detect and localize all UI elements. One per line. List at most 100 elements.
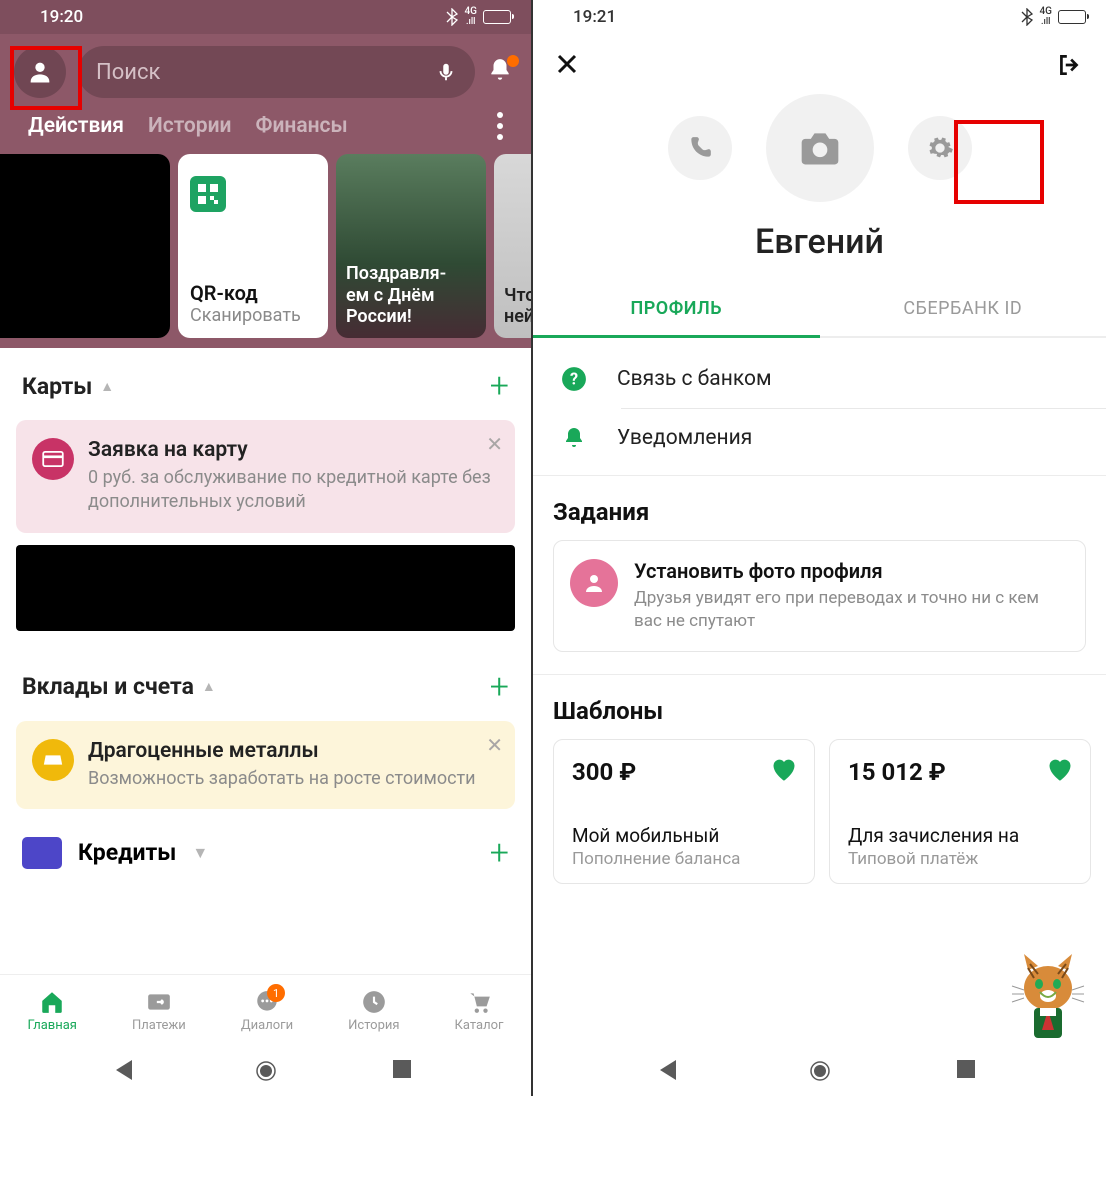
template-sub: Типовой платёж [848,849,1072,869]
home-sys-icon[interactable] [809,1060,831,1082]
section-credits-title: Кредиты [78,839,176,866]
card-promo-title: Заявка на карту [88,438,499,462]
bluetooth-icon [445,8,459,26]
right-screenshot: 19:21 4G.ıll Евгений ПРОФИЛЬ СБЕ [531,0,1106,1096]
logout-button[interactable] [1056,52,1084,80]
back-icon[interactable] [116,1060,138,1082]
system-nav [533,1046,1106,1096]
chevron-up-icon: ▲ [100,378,114,395]
profile-photo-button[interactable] [766,94,874,202]
profile-avatar-button[interactable] [14,46,66,98]
qr-icon [190,176,226,212]
story-card-1[interactable] [0,154,170,338]
heart-icon[interactable] [1046,756,1074,782]
search-input[interactable] [96,60,435,85]
template-label: Для зачисления на [848,824,1072,847]
profile-name: Евгений [533,222,1106,282]
status-time: 19:21 [573,7,616,27]
recents-icon[interactable] [393,1060,415,1082]
add-credit-button[interactable]: + [490,833,509,873]
menu-contact-label: Связь с банком [617,367,772,391]
story-holiday-text: Поздравля- ем с Днём России! [346,263,476,328]
profile-action-row [533,90,1106,222]
network-4g-icon: 4G.ıll [1040,7,1053,27]
tab-profile[interactable]: ПРОФИЛЬ [533,282,820,338]
notifications-button[interactable] [487,57,517,87]
mic-icon[interactable] [435,61,457,83]
nav-history-label: История [348,1018,399,1033]
nav-catalog[interactable]: Каталог [455,988,504,1033]
template-sub: Пополнение баланса [572,849,796,869]
add-card-button[interactable]: + [490,366,509,406]
templates-section-title: Шаблоны [533,675,1106,739]
status-bar: 19:21 4G.ıll [533,0,1106,34]
search-field[interactable] [78,46,475,98]
story-card-holiday[interactable]: Поздравля- ем с Днём России! [336,154,486,338]
metals-promo-title: Драгоценные металлы [88,739,476,763]
status-time: 19:20 [40,7,83,27]
status-icons: 4G.ıll [1020,7,1087,27]
template-card-deposit[interactable]: 15 012 ₽ Для зачисления на Типовой платё… [829,739,1091,884]
card-promo-text: 0 руб. за обслуживание по кредитной карт… [88,466,499,515]
story-neuro-text: Что т нейр [504,285,531,328]
left-screenshot: 19:20 4G.ıll Д [0,0,531,1096]
bell-icon [559,425,589,451]
close-promo-icon[interactable]: ✕ [486,733,503,757]
home-icon [38,988,66,1016]
heart-icon[interactable] [770,756,798,782]
metals-promo-text: Возможность заработать на росте стоимост… [88,767,476,791]
stories-row[interactable]: QR-код Сканировать Поздравля- ем с Днём … [0,154,531,348]
template-card-mobile[interactable]: 300 ₽ Мой мобильный Пополнение баланса [553,739,815,884]
wallet-icon [22,837,62,869]
status-bar: 19:20 4G.ıll [0,0,531,34]
nav-history[interactable]: История [348,988,399,1033]
nav-home[interactable]: Главная [28,988,77,1033]
arrow-right-icon [145,988,173,1016]
battery-icon [483,10,511,24]
nav-home-label: Главная [28,1018,77,1033]
section-cards[interactable]: Карты ▲ + [0,348,531,420]
nav-dialogs-label: Диалоги [241,1018,293,1033]
precious-metals-promo[interactable]: ✕ Драгоценные металлы Возможность зарабо… [16,721,515,809]
tab-sberbank-id[interactable]: СБЕРБАНК ID [820,282,1107,338]
nav-dialogs[interactable]: 1 Диалоги [241,988,293,1033]
section-credits[interactable]: Кредиты ▼ + [0,821,531,885]
cat-mascot-icon [1004,950,1092,1046]
settings-button[interactable] [908,116,972,180]
nav-payments[interactable]: Платежи [132,988,186,1033]
dialogs-badge: 1 [267,984,285,1002]
close-button[interactable] [555,52,583,80]
redacted-card[interactable] [16,545,515,631]
call-bank-button[interactable] [668,116,732,180]
close-promo-icon[interactable]: ✕ [486,432,503,456]
recents-icon[interactable] [957,1060,979,1082]
cart-icon [465,988,493,1016]
templates-row[interactable]: 300 ₽ Мой мобильный Пополнение баланса 1… [533,739,1106,884]
menu-notifications[interactable]: Уведомления [533,409,1106,467]
story-qr-subtitle: Сканировать [190,305,316,326]
menu-notifications-label: Уведомления [617,426,752,450]
bluetooth-icon [1020,8,1034,26]
gold-bar-icon [32,739,74,781]
tab-actions[interactable]: Действия [28,114,124,138]
overflow-menu-icon[interactable] [497,112,503,140]
task-title: Установить фото профиля [634,559,1069,583]
template-amount: 300 ₽ [572,758,796,786]
tab-finances[interactable]: Финансы [256,114,348,138]
person-icon [570,559,618,607]
nav-payments-label: Платежи [132,1018,186,1033]
profile-menu: ? Связь с банком Уведомления [533,338,1106,467]
add-deposit-button[interactable]: + [490,667,509,707]
notification-dot [507,55,519,67]
home-sys-icon[interactable] [255,1060,277,1082]
section-cards-title: Карты [22,373,92,400]
story-card-neuro[interactable]: Что т нейр [494,154,531,338]
tab-stories[interactable]: Истории [148,114,232,138]
section-deposits[interactable]: Вклады и счета ▲ + [0,639,531,721]
card-request-promo[interactable]: ✕ Заявка на карту 0 руб. за обслуживание… [16,420,515,533]
main-content[interactable]: Карты ▲ + ✕ Заявка на карту 0 руб. за об… [0,348,531,974]
task-set-photo[interactable]: Установить фото профиля Друзья увидят ег… [553,540,1086,652]
back-icon[interactable] [660,1060,682,1082]
menu-contact-bank[interactable]: ? Связь с банком [533,350,1106,408]
story-card-qr[interactable]: QR-код Сканировать [178,154,328,338]
